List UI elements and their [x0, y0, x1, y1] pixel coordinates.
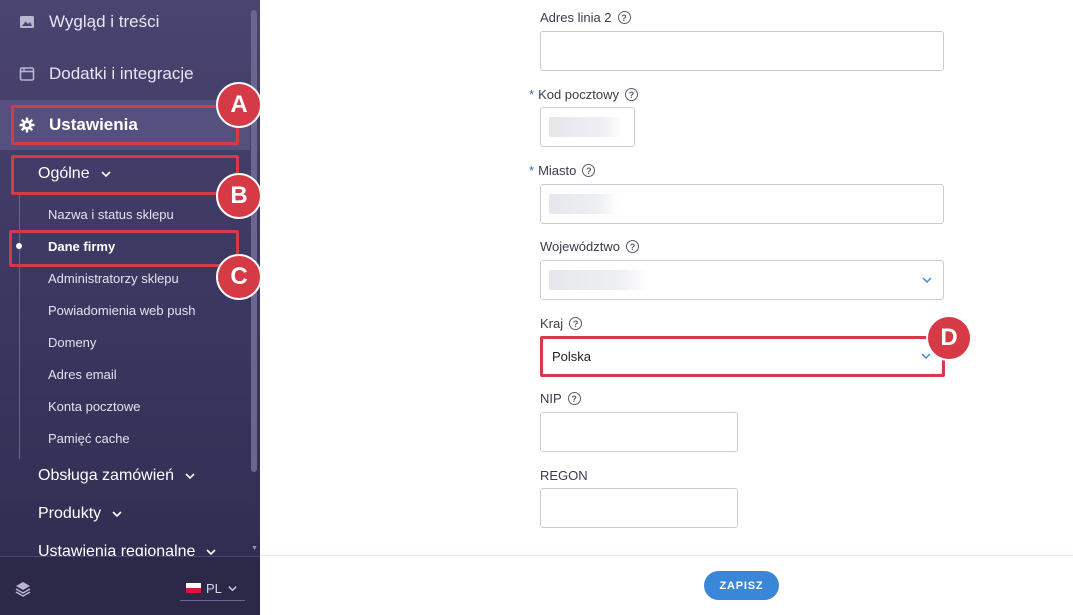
sidebar-scrollbar[interactable]: [251, 10, 257, 472]
address2-label: Adres linia 2 ?: [540, 10, 631, 25]
help-icon[interactable]: ?: [567, 392, 581, 405]
submenu-admins[interactable]: Administratorzy sklepu: [48, 271, 179, 286]
scroll-down-arrow[interactable]: ▼: [251, 545, 258, 552]
redacted-value: [549, 270, 649, 290]
redacted-value: [549, 194, 619, 214]
section-label: Obsługa zamówień: [38, 467, 175, 484]
help-icon[interactable]: ?: [569, 317, 583, 330]
sidebar-item-addons[interactable]: Dodatki i integracje: [0, 48, 250, 100]
help-icon[interactable]: ?: [625, 88, 638, 101]
save-button[interactable]: ZAPISZ: [704, 571, 779, 600]
submenu-shop-name[interactable]: Nazwa i status sklepu: [48, 207, 174, 222]
city-label: * Miasto ?: [529, 163, 596, 178]
annotation-badge-d: D: [926, 315, 972, 361]
help-icon[interactable]: ?: [617, 11, 631, 24]
sidebar-section-orders[interactable]: Obsługa zamówień: [38, 467, 196, 485]
postal-code-label: * Kod pocztowy ?: [529, 87, 638, 102]
nip-label: NIP ?: [540, 391, 581, 406]
redacted-value: [549, 117, 624, 137]
regon-label: REGON: [540, 468, 588, 483]
region-select[interactable]: [540, 260, 944, 300]
poland-flag-icon: [186, 583, 201, 593]
help-icon[interactable]: ?: [582, 164, 596, 177]
chevron-down-icon: [185, 473, 195, 480]
highlight-box-d: [540, 336, 945, 377]
city-input[interactable]: [540, 184, 944, 224]
window-icon: [18, 65, 36, 83]
annotation-badge-c: C: [216, 254, 262, 300]
submenu-web-push[interactable]: Powiadomienia web push: [48, 303, 195, 318]
country-label: Kraj ?: [540, 316, 583, 331]
regon-input[interactable]: [540, 488, 738, 528]
language-label: PL: [206, 580, 222, 596]
form-footer: [260, 555, 1073, 615]
chevron-down-icon: [922, 277, 932, 283]
submenu-email[interactable]: Adres email: [48, 367, 117, 382]
chevron-down-icon: [228, 585, 237, 591]
help-icon[interactable]: ?: [625, 240, 639, 253]
sidebar-section-products[interactable]: Produkty: [38, 505, 123, 523]
chevron-down-icon: [112, 511, 122, 518]
region-label: Województwo ?: [540, 239, 639, 254]
annotation-badge-b: B: [216, 173, 262, 219]
annotation-badge-a: A: [216, 82, 262, 128]
nip-input[interactable]: [540, 412, 738, 452]
sidebar-item-appearance[interactable]: Wygląd i treści: [0, 0, 250, 48]
highlight-box-a: [11, 105, 239, 145]
highlight-box-c: [9, 230, 239, 267]
sidebar-item-label: Dodatki i integracje: [49, 64, 194, 83]
image-icon: [18, 13, 36, 31]
sidebar-item-label: Wygląd i treści: [49, 12, 160, 31]
highlight-box-b: [11, 155, 239, 195]
submenu-mail-accounts[interactable]: Konta pocztowe: [48, 399, 141, 414]
language-selector[interactable]: PL: [180, 576, 245, 601]
section-label: Produkty: [38, 505, 102, 522]
submenu-cache[interactable]: Pamięć cache: [48, 431, 130, 446]
postal-code-input[interactable]: [540, 107, 635, 147]
submenu-domains[interactable]: Domeny: [48, 335, 96, 350]
layers-icon[interactable]: [14, 580, 32, 598]
address2-input[interactable]: [540, 31, 944, 71]
